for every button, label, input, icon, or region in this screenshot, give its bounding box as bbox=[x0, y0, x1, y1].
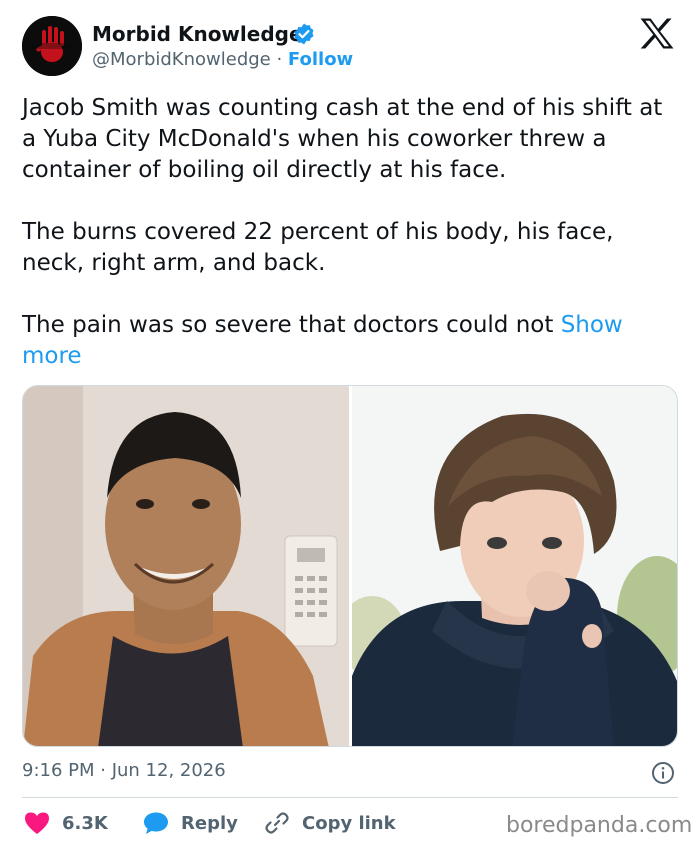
handle-separator: · bbox=[270, 49, 288, 70]
tweet-media[interactable] bbox=[22, 385, 678, 747]
follow-button[interactable]: Follow bbox=[288, 49, 353, 70]
author-avatar[interactable] bbox=[22, 16, 82, 76]
photo-right[interactable] bbox=[352, 386, 677, 746]
tweet-paragraph: The pain was so severe that doctors coul… bbox=[22, 310, 682, 372]
divider bbox=[22, 797, 678, 798]
reply-bubble-icon bbox=[144, 812, 168, 834]
heart-icon bbox=[25, 812, 49, 834]
reply-button[interactable]: Reply bbox=[143, 808, 238, 838]
link-icon bbox=[265, 812, 289, 834]
like-button[interactable]: 6.3K bbox=[24, 808, 108, 838]
tweet-timestamp[interactable]: 9:16 PM · Jun 12, 2026 bbox=[22, 760, 226, 781]
author-handle-line: @MorbidKnowledge · Follow bbox=[92, 49, 353, 70]
watermark: boredpanda.com bbox=[506, 813, 693, 838]
tweet-paragraph: The burns covered 22 percent of his body… bbox=[22, 219, 614, 276]
info-icon[interactable] bbox=[651, 761, 675, 785]
reply-label: Reply bbox=[181, 812, 238, 834]
verified-badge-icon bbox=[294, 23, 314, 45]
tweet-card: Morbid Knowledge @MorbidKnowledge · Foll… bbox=[0, 0, 700, 851]
hand-print-icon bbox=[22, 16, 82, 76]
tweet-paragraph: Jacob Smith was counting cash at the end… bbox=[22, 95, 663, 183]
photo-left[interactable] bbox=[23, 386, 349, 746]
author-handle[interactable]: @MorbidKnowledge bbox=[92, 49, 271, 70]
portrait-photo-right bbox=[352, 386, 677, 746]
likes-count: 6.3K bbox=[62, 812, 108, 834]
copy-link-button[interactable]: Copy link bbox=[264, 808, 396, 838]
author-name[interactable]: Morbid Knowledge bbox=[92, 22, 303, 46]
x-logo-icon[interactable] bbox=[640, 18, 674, 49]
tweet-text: Jacob Smith was counting cash at the end… bbox=[22, 93, 682, 372]
copy-link-label: Copy link bbox=[302, 812, 396, 834]
tweet-paragraph-text: The pain was so severe that doctors coul… bbox=[22, 312, 561, 338]
portrait-photo-left bbox=[23, 386, 349, 746]
